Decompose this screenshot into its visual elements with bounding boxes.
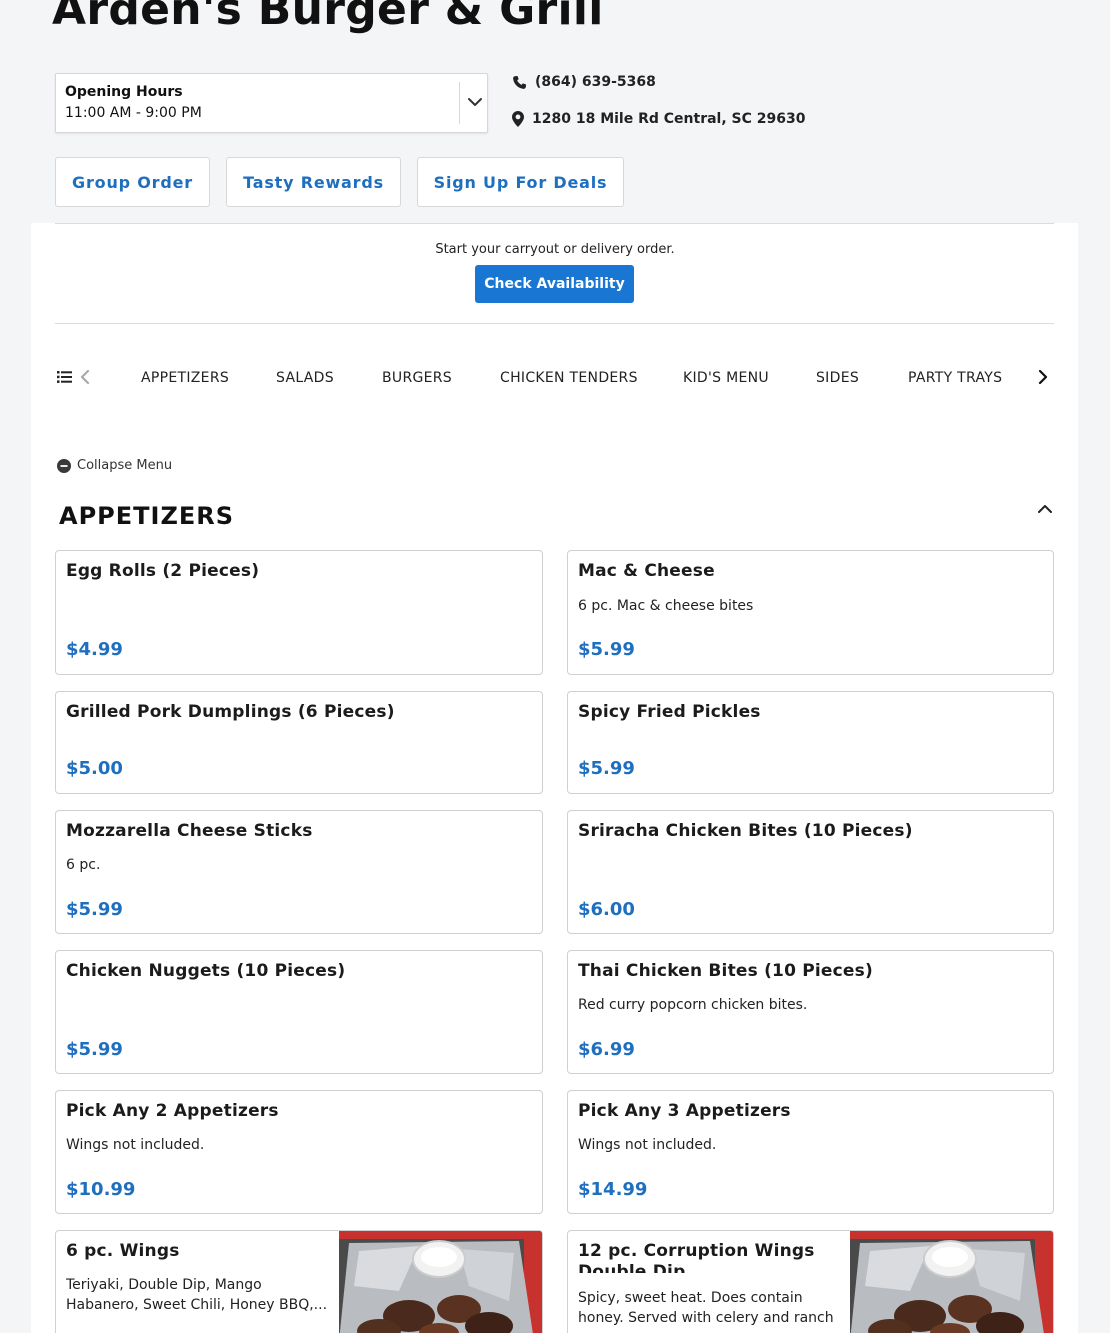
opening-hours-dropdown[interactable]: Opening Hours 11:00 AM - 9:00 PM (55, 73, 488, 133)
opening-hours-value: 11:00 AM - 9:00 PM (65, 105, 202, 121)
restaurant-name: Arden's Burger & Grill (52, 0, 604, 35)
order-prompt: Start your carryout or delivery order. (435, 242, 675, 257)
menu-item-card[interactable]: Egg Rolls (2 Pieces) $4.99 (55, 550, 543, 675)
map-pin-icon (512, 111, 524, 127)
opening-hours-label: Opening Hours (65, 84, 183, 100)
tasty-rewards-button[interactable]: Tasty Rewards (226, 157, 401, 207)
menu-item-description: Spicy, sweet heat. Does contain honey. S… (578, 1290, 834, 1326)
wings-photo (339, 1231, 542, 1333)
menu-item-price: $5.99 (66, 1039, 123, 1060)
menu-item-card[interactable]: Mac & Cheese 6 pc. Mac & cheese bites $5… (567, 550, 1054, 675)
section-title: APPETIZERS (59, 502, 235, 530)
sign-up-deals-button[interactable]: Sign Up For Deals (417, 157, 624, 207)
menu-item-description: Wings not included. (66, 1137, 205, 1153)
menu-item-price: $6.99 (578, 1039, 635, 1060)
menu-item-card[interactable]: Pick Any 2 Appetizers Wings not included… (55, 1090, 543, 1214)
phone-row[interactable]: (864) 639-5368 (512, 74, 656, 90)
menu-item-card[interactable]: Chicken Nuggets (10 Pieces) $5.99 (55, 950, 543, 1074)
menu-item-name: Thai Chicken Bites (10 Pieces) (578, 961, 873, 981)
category-kids-menu[interactable]: KID'S MENU (683, 370, 769, 386)
minus-circle-icon (57, 458, 71, 473)
menu-item-description: Teriyaki, Double Dip, Mango Habanero, Sw… (66, 1277, 328, 1313)
chevron-right-icon[interactable] (1037, 369, 1049, 385)
category-burgers[interactable]: BURGERS (382, 370, 452, 386)
menu-item-description: 6 pc. (66, 857, 101, 873)
category-appetizers[interactable]: APPETIZERS (141, 370, 229, 386)
menu-item-price: $10.99 (66, 1179, 136, 1200)
menu-item-name: 6 pc. Wings (66, 1241, 180, 1261)
menu-item-name: Chicken Nuggets (10 Pieces) (66, 961, 346, 981)
menu-item-name: Mozzarella Cheese Sticks (66, 821, 313, 841)
menu-item-name: Pick Any 2 Appetizers (66, 1101, 279, 1121)
menu-item-card[interactable]: Sriracha Chicken Bites (10 Pieces) $6.00 (567, 810, 1054, 934)
menu-item-price: $4.99 (66, 639, 123, 660)
divider-bottom (55, 323, 1054, 324)
category-nav: APPETIZERS SALADS BURGERS CHICKEN TENDER… (55, 360, 1054, 396)
menu-item-price: $5.99 (578, 758, 635, 779)
address-text[interactable]: 1280 18 Mile Rd Central, SC 29630 (532, 111, 805, 127)
menu-item-price: $5.99 (578, 639, 635, 660)
category-salads[interactable]: SALADS (276, 370, 334, 386)
category-party-trays[interactable]: PARTY TRAYS (908, 370, 1002, 386)
divider-top (55, 223, 1054, 224)
collapse-menu-label: Collapse Menu (77, 458, 173, 473)
category-sides[interactable]: SIDES (816, 370, 859, 386)
group-order-button[interactable]: Group Order (55, 157, 210, 207)
menu-item-card[interactable]: 6 pc. Wings Teriyaki, Double Dip, Mango … (55, 1230, 543, 1333)
chevron-up-icon[interactable] (1036, 500, 1054, 518)
dropdown-divider (459, 82, 460, 124)
menu-item-name: Egg Rolls (2 Pieces) (66, 561, 260, 581)
menu-item-price: $6.00 (578, 899, 635, 920)
menu-item-price: $5.00 (66, 758, 123, 779)
chevron-down-icon[interactable] (465, 92, 485, 112)
collapse-menu-toggle[interactable]: Collapse Menu (57, 458, 172, 473)
menu-item-name: Mac & Cheese (578, 561, 715, 581)
menu-item-description: 6 pc. Mac & cheese bites (578, 598, 754, 614)
menu-item-price: $5.99 (66, 899, 123, 920)
chevron-left-icon[interactable] (79, 369, 91, 385)
menu-item-card[interactable]: Mozzarella Cheese Sticks 6 pc. $5.99 (55, 810, 543, 934)
menu-item-price: $14.99 (578, 1179, 648, 1200)
menu-item-name: 12 pc. Corruption Wings Double Dip (578, 1241, 815, 1273)
menu-item-name: Pick Any 3 Appetizers (578, 1101, 791, 1121)
address-row[interactable]: 1280 18 Mile Rd Central, SC 29630 (512, 111, 805, 127)
phone-icon (513, 75, 527, 89)
menu-item-card[interactable]: Pick Any 3 Appetizers Wings not included… (567, 1090, 1054, 1214)
list-icon[interactable] (57, 370, 72, 384)
menu-item-description: Wings not included. (578, 1137, 717, 1153)
menu-item-card[interactable]: 12 pc. Corruption Wings Double Dip Spicy… (567, 1230, 1054, 1333)
menu-item-description: Red curry popcorn chicken bites. (578, 997, 808, 1013)
menu-item-card[interactable]: Grilled Pork Dumplings (6 Pieces) $5.00 (55, 691, 543, 794)
page: Arden's Burger & Grill Opening Hours 11:… (0, 0, 1110, 1333)
phone-number[interactable]: (864) 639-5368 (535, 74, 656, 90)
check-availability-button[interactable]: Check Availability (475, 265, 634, 303)
menu-item-card[interactable]: Spicy Fried Pickles $5.99 (567, 691, 1054, 794)
menu-item-card[interactable]: Thai Chicken Bites (10 Pieces) Red curry… (567, 950, 1054, 1074)
menu-item-name: Spicy Fried Pickles (578, 702, 761, 722)
wings-photo (850, 1231, 1053, 1333)
menu-item-name: Sriracha Chicken Bites (10 Pieces) (578, 821, 913, 841)
menu-item-name: Grilled Pork Dumplings (6 Pieces) (66, 702, 395, 722)
category-chicken-tenders[interactable]: CHICKEN TENDERS (500, 370, 638, 386)
